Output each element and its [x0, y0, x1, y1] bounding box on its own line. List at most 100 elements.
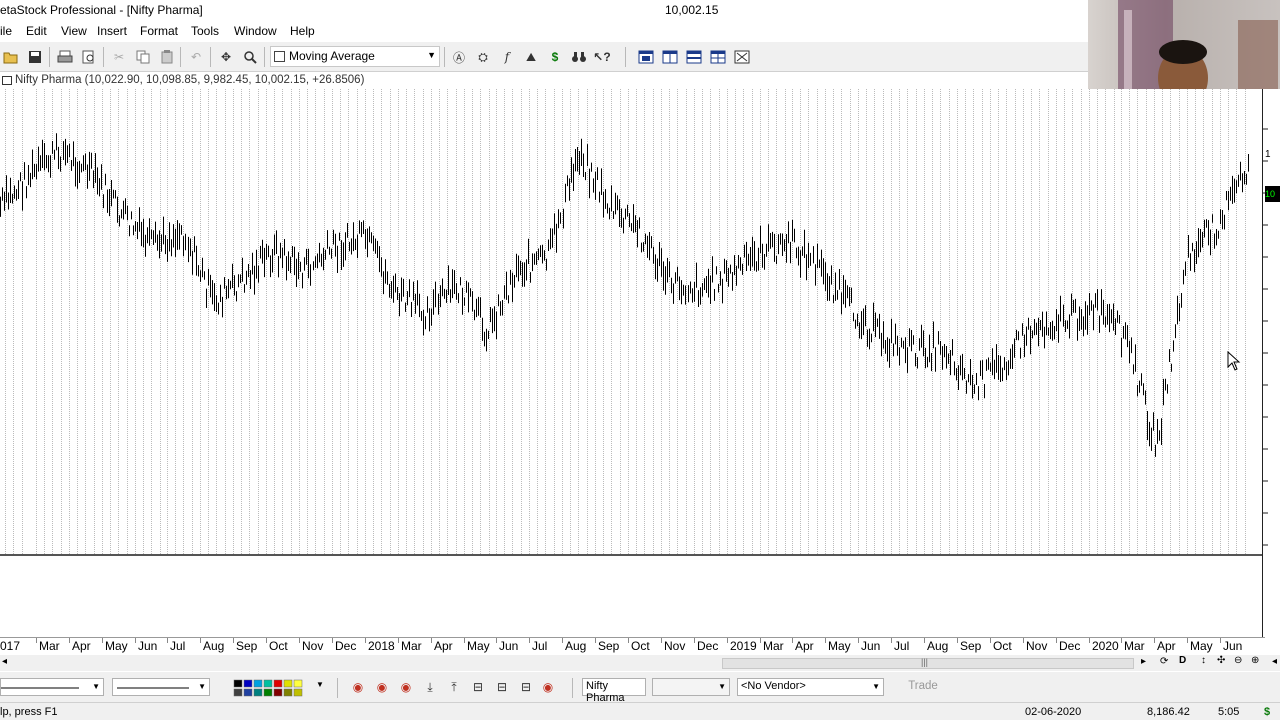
copy-icon[interactable] [133, 47, 153, 67]
refresh-icon[interactable]: ⟳ [1160, 656, 1168, 667]
date-axis-label: Mar [1124, 639, 1145, 653]
color-swatch[interactable] [283, 679, 293, 688]
undo-icon[interactable]: ↶ [186, 47, 206, 67]
explorer-icon[interactable]: ⛭ [473, 47, 493, 67]
inner-window-divider[interactable] [0, 554, 1265, 556]
period-select[interactable]: ▼ [652, 678, 730, 696]
date-axis-label: Oct [269, 639, 288, 653]
layout-vertical-icon[interactable] [660, 47, 680, 67]
color-swatch[interactable] [283, 688, 293, 697]
date-axis-label: 2020 [1092, 639, 1119, 653]
chrome-icon[interactable]: ◉ [538, 677, 558, 697]
trade-button[interactable]: Trade [890, 678, 956, 696]
indicator-select[interactable]: Moving Average ▼ [270, 46, 440, 67]
zoom-out-icon[interactable]: ⊖ [1234, 655, 1242, 666]
menu-view[interactable]: View [61, 24, 87, 38]
color-swatch[interactable] [253, 679, 263, 688]
split-horizontal-icon[interactable]: ⊟ [468, 677, 488, 697]
price-chart[interactable] [0, 89, 1265, 639]
chrome-icon[interactable]: ◉ [372, 677, 392, 697]
chrome-icon[interactable]: ◉ [396, 677, 416, 697]
date-axis-label: Oct [993, 639, 1012, 653]
crosshair-icon[interactable]: ✥ [216, 47, 236, 67]
date-axis-label: Jul [170, 639, 186, 653]
menu-window[interactable]: Window [234, 24, 277, 38]
date-axis-tick [661, 638, 662, 643]
date-axis-label: Sep [236, 639, 258, 653]
zoom-icon[interactable] [240, 47, 260, 67]
security-info-bar: Nifty Pharma (10,022.90, 10,098.85, 9,98… [0, 72, 1088, 89]
color-swatch[interactable] [253, 688, 263, 697]
line-weight-select[interactable]: ▼ [112, 678, 210, 696]
date-axis-tick [135, 638, 136, 643]
help-icon[interactable]: ↖? [592, 47, 612, 67]
scroll-right-icon[interactable]: ▸ [1141, 656, 1146, 667]
binoculars-icon[interactable] [569, 47, 589, 67]
date-axis-tick [792, 638, 793, 643]
menu-tools[interactable]: Tools [191, 24, 219, 38]
color-swatch[interactable] [273, 688, 283, 697]
import-icon[interactable]: ⤒ [444, 677, 464, 697]
layout-grid-icon[interactable] [708, 47, 728, 67]
save-icon[interactable] [25, 47, 45, 67]
security-field[interactable]: Nifty Pharma [582, 678, 646, 704]
right-price-axis: 1 [1262, 89, 1280, 639]
date-axis-tick [299, 638, 300, 643]
date-axis-tick [464, 638, 465, 643]
scroll-end-icon[interactable]: ◂ [1272, 656, 1277, 667]
bottom-toolbar: ▼ ▼ ▼ ◉ ◉ ◉ ⤓ ⤒ ⊟ ⊟ ⊟ ◉ Nifty Pharma ▼ <… [0, 672, 1280, 704]
paste-icon[interactable] [157, 47, 177, 67]
security-window-icon [2, 76, 12, 85]
layout-horizontal-icon[interactable] [684, 47, 704, 67]
tile-icon[interactable] [636, 47, 656, 67]
line-style-select[interactable]: ▼ [0, 678, 104, 696]
chart-scroll-thumb[interactable]: ||| [722, 657, 1134, 669]
split-layout-icon[interactable]: ⊟ [516, 677, 536, 697]
menu-insert[interactable]: Insert [97, 24, 127, 38]
toolbar-separator [180, 47, 181, 67]
color-swatch[interactable] [233, 688, 243, 697]
date-axis-tick [825, 638, 826, 643]
open-icon[interactable] [1, 47, 21, 67]
date-axis-tick [1056, 638, 1057, 643]
vertical-scale-icon[interactable]: ↕ [1201, 655, 1206, 666]
split-vertical-icon[interactable]: ⊟ [492, 677, 512, 697]
date-axis-tick [167, 638, 168, 643]
layout-options-icon[interactable] [732, 47, 752, 67]
menu-file[interactable]: ile [0, 24, 12, 38]
color-swatch[interactable] [233, 679, 243, 688]
palette-dropdown-icon[interactable]: ▼ [316, 680, 324, 689]
menu-format[interactable]: Format [140, 24, 178, 38]
formula-icon[interactable]: f [497, 47, 517, 67]
axis-ticks [1263, 128, 1268, 546]
print-preview-icon[interactable] [79, 47, 99, 67]
last-price-marker: 10 [1265, 186, 1280, 202]
menu-help[interactable]: Help [290, 24, 315, 38]
date-axis-label: Sep [598, 639, 620, 653]
date-axis-label: Nov [664, 639, 686, 653]
color-palette[interactable] [232, 678, 312, 698]
print-icon[interactable] [55, 47, 75, 67]
date-axis-label: Jun [138, 639, 158, 653]
menu-edit[interactable]: Edit [26, 24, 47, 38]
system-tester-icon[interactable]: ⛰ [521, 47, 541, 67]
color-swatch[interactable] [263, 688, 273, 697]
zoom-in-icon[interactable]: ⊕ [1251, 655, 1259, 666]
color-swatch[interactable] [243, 679, 253, 688]
dollar-icon[interactable]: $ [545, 47, 565, 67]
vendor-select[interactable]: <No Vendor> ▼ [737, 678, 884, 696]
export-icon[interactable]: ⤓ [420, 677, 440, 697]
scroll-left-icon[interactable]: ◂ [2, 656, 7, 667]
expert-icon[interactable]: Ⓐ [449, 47, 469, 67]
color-swatch[interactable] [273, 679, 283, 688]
cut-icon[interactable]: ✂ [109, 47, 129, 67]
color-swatch[interactable] [243, 688, 253, 697]
color-swatch[interactable] [263, 679, 273, 688]
color-swatch[interactable] [293, 688, 303, 697]
move-icon[interactable]: ✣ [1217, 655, 1225, 666]
period-icon[interactable]: D [1179, 655, 1186, 666]
color-swatch[interactable] [293, 679, 303, 688]
dollar-icon: $ [1264, 706, 1271, 718]
title-last-price: 10,002.15 [665, 3, 719, 17]
chrome-icon[interactable]: ◉ [348, 677, 368, 697]
